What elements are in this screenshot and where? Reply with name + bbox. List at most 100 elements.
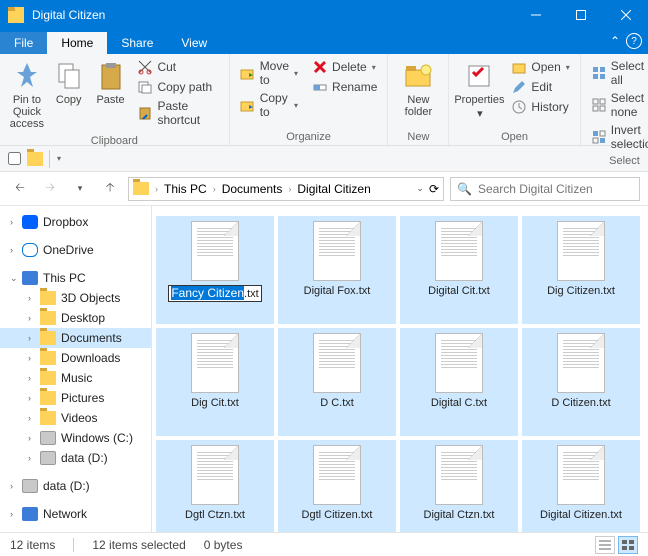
history-dropdown[interactable]: ⌄ bbox=[416, 183, 424, 194]
file-name: Digital Fox.txt bbox=[304, 285, 371, 298]
tree-item[interactable]: ⌄This PC bbox=[0, 268, 151, 288]
file-item[interactable]: Dig Citizen.txt bbox=[522, 216, 640, 324]
tree-item[interactable]: ›Dropbox bbox=[0, 212, 151, 232]
file-item[interactable]: Dig Cit.txt bbox=[156, 328, 274, 436]
breadcrumb-item[interactable]: This PC bbox=[160, 180, 211, 198]
copy-button[interactable]: Copy bbox=[48, 57, 90, 109]
tab-view[interactable]: View bbox=[167, 32, 221, 54]
tree-item[interactable]: ›Desktop bbox=[0, 308, 151, 328]
open-button[interactable]: Open▾ bbox=[507, 57, 573, 77]
cut-button[interactable]: Cut bbox=[133, 57, 222, 77]
tree-item-label: data (D:) bbox=[43, 479, 90, 493]
back-button[interactable]: 🡠 bbox=[8, 177, 32, 201]
tree-item[interactable]: ›Pictures bbox=[0, 388, 151, 408]
fold-icon bbox=[40, 331, 56, 345]
tree-item[interactable]: ›data (D:) bbox=[0, 476, 151, 496]
navigation-tree[interactable]: ›Dropbox ›OneDrive ⌄This PC›3D Objects›Des… bbox=[0, 206, 152, 532]
maximize-button[interactable] bbox=[558, 0, 603, 30]
tree-item[interactable]: ›Network bbox=[0, 504, 151, 524]
file-name: Digital Cit.txt bbox=[428, 285, 490, 298]
selection-count: 12 items selected bbox=[92, 538, 185, 552]
tree-item[interactable]: ›Documents bbox=[0, 328, 151, 348]
tree-item[interactable]: ›Music bbox=[0, 368, 151, 388]
breadcrumb-item[interactable]: Digital Citizen bbox=[293, 180, 374, 198]
tree-item-label: OneDrive bbox=[43, 243, 94, 257]
file-item[interactable]: Digital Fox.txt bbox=[278, 216, 396, 324]
file-name: D Citizen.txt bbox=[551, 397, 610, 410]
properties-button[interactable]: Properties▾ bbox=[455, 57, 503, 123]
tab-file[interactable]: File bbox=[0, 32, 47, 54]
tree-item-label: Music bbox=[61, 371, 92, 385]
copy-to-button[interactable]: Copy to▾ bbox=[236, 89, 302, 121]
paste-shortcut-button[interactable]: Paste shortcut bbox=[133, 97, 222, 129]
breadcrumb-item[interactable]: Documents bbox=[218, 180, 287, 198]
close-button[interactable] bbox=[603, 0, 648, 30]
file-item[interactable]: Digital C.txt bbox=[400, 328, 518, 436]
ribbon-group-select: Select all Select none Invert selection … bbox=[581, 54, 648, 145]
item-count: 12 items bbox=[10, 538, 55, 552]
file-name[interactable]: Fancy Citizen.txt bbox=[168, 285, 261, 302]
move-to-button[interactable]: Move to▾ bbox=[236, 57, 302, 89]
search-input[interactable] bbox=[478, 182, 633, 196]
tree-item-label: Desktop bbox=[61, 311, 105, 325]
files-view[interactable]: Fancy Citizen.txt Digital Fox.txt Digital … bbox=[152, 206, 648, 532]
file-item[interactable]: Dgtl Ctzn.txt bbox=[156, 440, 274, 532]
folder-icon bbox=[27, 152, 43, 166]
history-button[interactable]: History bbox=[507, 97, 573, 117]
details-view-button[interactable] bbox=[595, 536, 615, 554]
tree-item-label: Dropbox bbox=[43, 215, 88, 229]
qat-dropdown[interactable]: ▾ bbox=[57, 154, 61, 163]
properties-icon bbox=[463, 60, 495, 92]
pin-to-quick-access-button[interactable]: Pin to Quick access bbox=[6, 57, 48, 133]
up-button[interactable]: 🡡 bbox=[98, 177, 122, 201]
new-folder-button[interactable]: New folder bbox=[394, 57, 442, 121]
tree-item-label: Downloads bbox=[61, 351, 120, 365]
file-name: Dgtl Ctzn.txt bbox=[185, 509, 245, 522]
file-item[interactable]: D C.txt bbox=[278, 328, 396, 436]
minimize-button[interactable] bbox=[513, 0, 558, 30]
file-item[interactable]: Digital Citizen.txt bbox=[522, 440, 640, 532]
breadcrumb-bar[interactable]: › This PC › Documents › Digital Citizen … bbox=[128, 177, 444, 201]
file-item[interactable]: D Citizen.txt bbox=[522, 328, 640, 436]
tab-share[interactable]: Share bbox=[107, 32, 167, 54]
tree-item[interactable]: ›3D Objects bbox=[0, 288, 151, 308]
delete-button[interactable]: Delete▾ bbox=[308, 57, 381, 77]
recent-locations-button[interactable]: ▾ bbox=[68, 177, 92, 201]
select-none-icon bbox=[591, 97, 607, 113]
history-icon bbox=[511, 99, 527, 115]
paste-icon bbox=[95, 60, 127, 92]
invert-selection-icon bbox=[591, 129, 607, 145]
copy-path-button[interactable]: Copy path bbox=[133, 77, 222, 97]
search-box[interactable]: 🔍 bbox=[450, 177, 640, 201]
rename-button[interactable]: Rename bbox=[308, 77, 381, 97]
tree-item[interactable]: ›OneDrive bbox=[0, 240, 151, 260]
paste-button[interactable]: Paste bbox=[90, 57, 132, 109]
select-none-button[interactable]: Select none bbox=[587, 89, 648, 121]
file-item[interactable]: Dgtl Citizen.txt bbox=[278, 440, 396, 532]
forward-button[interactable]: 🡢 bbox=[38, 177, 62, 201]
tab-home[interactable]: Home bbox=[47, 32, 107, 54]
ribbon-group-label: Select bbox=[587, 153, 648, 169]
copy-icon bbox=[53, 60, 85, 92]
file-item[interactable]: Digital Cit.txt bbox=[400, 216, 518, 324]
file-name: D C.txt bbox=[320, 397, 354, 410]
invert-selection-button[interactable]: Invert selection bbox=[587, 121, 648, 153]
refresh-button[interactable]: ⟳ bbox=[429, 182, 439, 196]
icons-view-button[interactable] bbox=[618, 536, 638, 554]
fold-icon bbox=[40, 391, 56, 405]
ribbon-group-label: Open bbox=[455, 129, 573, 145]
edit-button[interactable]: Edit bbox=[507, 77, 573, 97]
delete-icon bbox=[312, 59, 328, 75]
tree-item[interactable]: ›data (D:) bbox=[0, 448, 151, 468]
select-all-button[interactable]: Select all bbox=[587, 57, 648, 89]
help-button[interactable]: ? bbox=[626, 33, 642, 49]
select-all-checkbox[interactable] bbox=[8, 152, 21, 165]
file-item[interactable]: Fancy Citizen.txt bbox=[156, 216, 274, 324]
tree-item[interactable]: ›Videos bbox=[0, 408, 151, 428]
tree-item[interactable]: ›Windows (C:) bbox=[0, 428, 151, 448]
file-item[interactable]: Digital Ctzn.txt bbox=[400, 440, 518, 532]
minimize-ribbon-button[interactable]: ⌃ bbox=[610, 34, 620, 48]
title-bar: Digital Citizen bbox=[0, 0, 648, 30]
tree-item[interactable]: ›Downloads bbox=[0, 348, 151, 368]
folder-icon bbox=[8, 7, 24, 23]
